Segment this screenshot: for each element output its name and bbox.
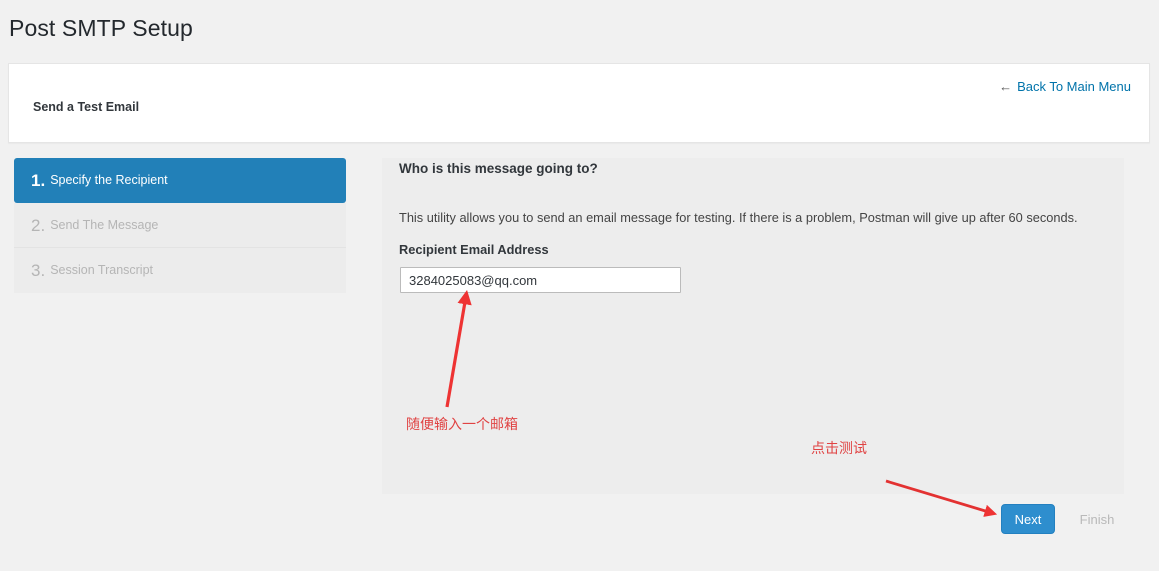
- step-number: 2.: [31, 215, 46, 235]
- sidebar-step-specify-recipient[interactable]: 1. Specify the Recipient: [14, 158, 346, 203]
- finish-button: Finish: [1068, 504, 1126, 534]
- main-content-panel: Who is this message going to? This utili…: [382, 158, 1124, 494]
- annotation-click-test: 点击测试: [811, 441, 867, 457]
- next-button[interactable]: Next: [1001, 504, 1055, 534]
- back-to-main-menu-link[interactable]: ← Back To Main Menu: [999, 79, 1131, 94]
- step-number: 1.: [31, 171, 46, 190]
- sidebar-step-session-transcript[interactable]: 3. Session Transcript: [14, 248, 346, 293]
- sidebar-step-send-the-message[interactable]: 2. Send The Message: [14, 203, 346, 248]
- card-title: Send a Test Email: [33, 100, 140, 114]
- recipient-email-input[interactable]: [400, 267, 681, 293]
- step-navigation: 1. Specify the Recipient 2. Send The Mes…: [14, 158, 346, 293]
- recipient-field-label: Recipient Email Address: [399, 242, 549, 257]
- step-label: Send The Message: [50, 217, 159, 232]
- page-title: Post SMTP Setup: [9, 15, 193, 41]
- left-arrow-icon: ←: [999, 79, 1013, 94]
- panel-heading: Who is this message going to?: [399, 161, 598, 176]
- header-card: Send a Test Email ← Back To Main Menu: [8, 63, 1150, 143]
- step-number: 3.: [31, 261, 46, 280]
- panel-description: This utility allows you to send an email…: [399, 210, 1078, 225]
- step-label: Specify the Recipient: [50, 173, 168, 188]
- annotation-enter-email: 随便输入一个邮箱: [406, 417, 518, 433]
- step-label: Session Transcript: [50, 263, 154, 278]
- back-link-label: Back To Main Menu: [1017, 79, 1131, 94]
